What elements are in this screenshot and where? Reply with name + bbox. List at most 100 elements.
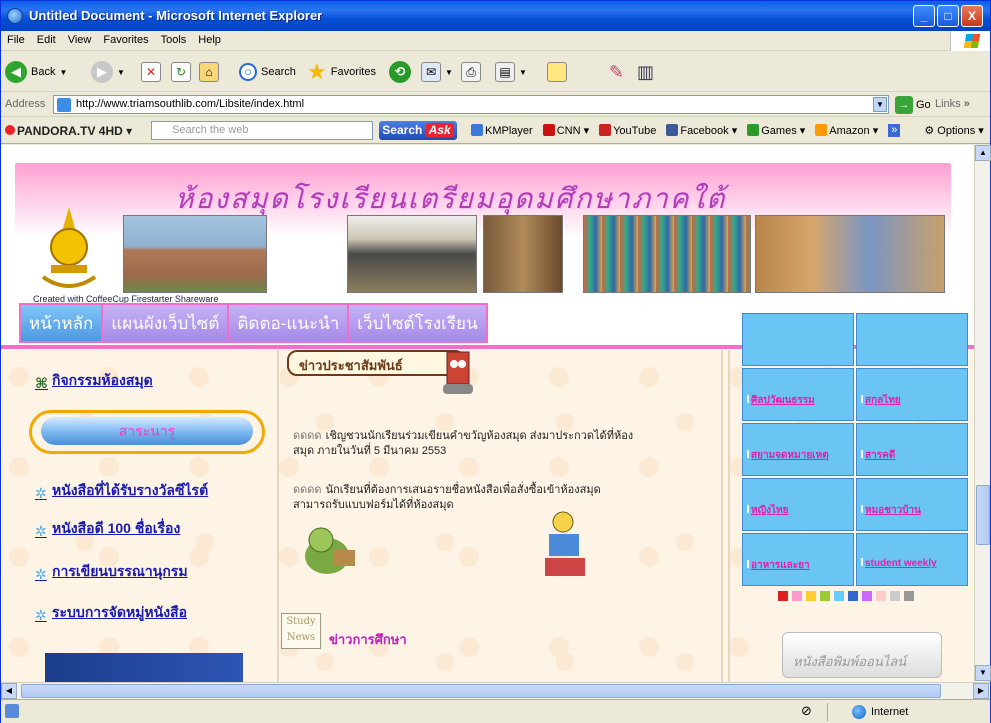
menu-edit[interactable]: Edit [31,31,62,49]
toolbar-link-facebook[interactable]: Facebook ▾ [666,124,737,137]
toolbar-link-label: Amazon [829,125,870,137]
magazine-link[interactable]: อาหารและยา [747,558,810,573]
hscroll-thumb[interactable] [21,684,941,698]
link-bibliography[interactable]: ✲ การเขียนบรรณานุกรม [35,561,188,583]
left-sidebar: ⌘ กิจกรรมห้องสมุด สาระนารู ✲ หนังสือที่ได้… [1,350,276,682]
nav-contact[interactable]: ติดตอ-แนะนำ [227,303,350,343]
news-item[interactable]: ดดดด เชิญชวนนักเรียนร่วมเขียนคำขวัญห้องสม… [293,429,638,459]
magazine-link[interactable]: สารคดี [861,448,895,463]
mail-button[interactable]: ✉ ▼ [421,60,453,84]
edit-button[interactable]: ▤ ▼ [495,60,527,84]
magazine-link[interactable]: สกุลไทย [861,393,901,408]
nav-home[interactable]: หน้าหลัก [19,303,104,343]
page-icon [57,98,71,112]
favorites-button[interactable]: ★ Favorites [307,59,376,84]
magazine-link[interactable]: หมอชาวบ้าน [861,503,921,518]
link-classification[interactable]: ✲ ระบบการจัดหมู่หนังสือ [35,602,187,624]
link-library-activities[interactable]: ⌘ กิจกรรมห้องสมุด [35,370,153,392]
search-label: Search [261,66,296,78]
menu-help[interactable]: Help [192,31,227,49]
link-label: หนังสือที่ได้รับรางวัลซีไรต์ [52,482,209,498]
stop-button[interactable]: ✕ [141,60,161,84]
more-links-button[interactable]: » [888,124,901,137]
menu-view[interactable]: View [62,31,98,49]
horizontal-scrollbar[interactable]: ◀ ▶ [1,682,990,699]
toolbar-link-amazon[interactable]: Amazon ▾ [815,124,878,137]
ask-search-button[interactable]: Search Ask [379,121,457,140]
toolbar-link-label: Facebook [680,125,729,137]
menu-bar: File Edit View Favorites Tools Help [1,31,990,51]
nav-sitemap[interactable]: แผนผังเว็บไซต์ [101,303,230,343]
minimize-button[interactable]: _ [913,5,935,27]
address-dropdown-button[interactable]: ▼ [873,97,887,112]
scroll-right-icon[interactable]: ▶ [973,683,989,699]
library-interior-photo [483,215,563,293]
cnn-icon [542,124,555,136]
magazine-link[interactable]: หญิงไทย [747,503,788,518]
messenger-button[interactable]: ✎ [609,60,624,84]
folder-button[interactable] [547,60,567,84]
scroll-down-icon[interactable]: ▼ [975,665,991,681]
menu-tools[interactable]: Tools [155,31,193,49]
nav-school-website[interactable]: เว็บไซต์โรงเรียน [347,303,488,343]
ask-logo-icon: Ask [425,123,454,137]
magazine-cell: หญิงไทย [742,478,854,531]
link-100-good-books[interactable]: ✲ หนังสือดี 100 ชื่อเรื่อง [35,518,180,540]
options-button[interactable]: ⚙ Options ▾ [924,124,983,137]
school-emblem-icon [41,207,97,288]
go-button[interactable]: → Go [895,96,931,114]
toolbar-link-kmplayer[interactable]: KMPlayer [471,124,533,137]
magazine-link[interactable]: student weekly [861,558,937,569]
main-nav: หน้าหลัก แผนผังเว็บไซต์ ติดตอ-แนะนำ เว็บ… [19,303,488,343]
menu-file[interactable]: File [1,31,31,49]
link-label: การเขียนบรรณานุกรม [52,563,188,579]
vertical-scrollbar[interactable]: ▲ ▼ [974,145,991,682]
toolbar-link-label: KMPlayer [485,125,533,137]
forward-button[interactable]: ▶ ▼ [91,60,125,84]
browser-window: Untitled Document - Microsoft Internet E… [0,0,991,723]
go-label: Go [916,99,931,111]
scroll-up-icon[interactable]: ▲ [975,145,991,161]
close-button[interactable]: X [961,5,983,27]
links-button[interactable]: Links » [935,98,970,110]
window-title: Untitled Document - Microsoft Internet E… [29,8,323,23]
magazine-link[interactable]: ศิลปวัฒนธรรม [747,393,815,408]
scroll-thumb[interactable] [976,485,990,545]
refresh-button[interactable]: ↻ [171,60,191,84]
link-seawrite-books[interactable]: ✲ หนังสือที่ได้รับรางวัลซีไรต์ [35,480,208,502]
book-cover-image[interactable] [45,653,243,682]
news-text: เชิญชวนนักเรียนร่วมเขียนคำขวัญห้องสมุด ส… [293,430,634,457]
research-icon: ▥ [637,61,655,82]
security-icon: ⊘ [801,703,812,718]
news-text: นักเรียนที่ต้องการเสนอรายชื่อหนังสือเพื่… [293,484,601,511]
toolbar-link-youtube[interactable]: YouTube [599,124,656,137]
scroll-left-icon[interactable]: ◀ [1,683,17,699]
toolbar-link-games[interactable]: Games ▾ [747,124,805,137]
home-button[interactable]: ⌂ [199,60,219,84]
address-input[interactable]: http://www.triamsouthlib.com/Libsite/ind… [53,95,889,114]
toolbar-link-cnn[interactable]: CNN ▾ [542,124,589,137]
study-news-title[interactable]: ข่าวการศึกษา [329,629,407,650]
history-button[interactable]: ⟲ [389,60,411,84]
security-zone: Internet [827,703,987,721]
print-button[interactable]: ⎙ [461,60,481,84]
knowledge-button[interactable]: สาระนารู [41,417,253,445]
pandora-brand[interactable]: PANDORA.TV 4HD ▾ [5,124,132,138]
library-banner: ห้องสมุดโรงเรียนเตรียมอุดมศึกษาภาคใต้ Cr… [15,163,951,304]
status-bar: ⊘ Internet [1,699,990,723]
research-button[interactable]: ▥ [637,60,654,84]
magazine-cell [856,313,968,366]
menu-favorites[interactable]: Favorites [97,31,154,49]
search-button[interactable]: ○ Search [239,60,296,84]
web-search-input[interactable]: Search the web [151,121,373,140]
maximize-button[interactable]: □ [937,5,959,27]
bookshelf-photo [583,215,751,293]
back-label: Back [31,66,56,78]
magazine-link[interactable]: สยามจดหมายเหตุ [747,448,829,463]
online-newspaper-link[interactable]: หนังสือพิมพ์ออนไลน์ [782,632,942,678]
magazine-cell: อาหารและยา [742,533,854,586]
clover-icon: ⌘ [35,375,48,391]
options-icon: ⚙ [924,125,935,137]
back-button[interactable]: ◀ Back ▼ [5,60,67,84]
ie-icon [7,8,23,24]
